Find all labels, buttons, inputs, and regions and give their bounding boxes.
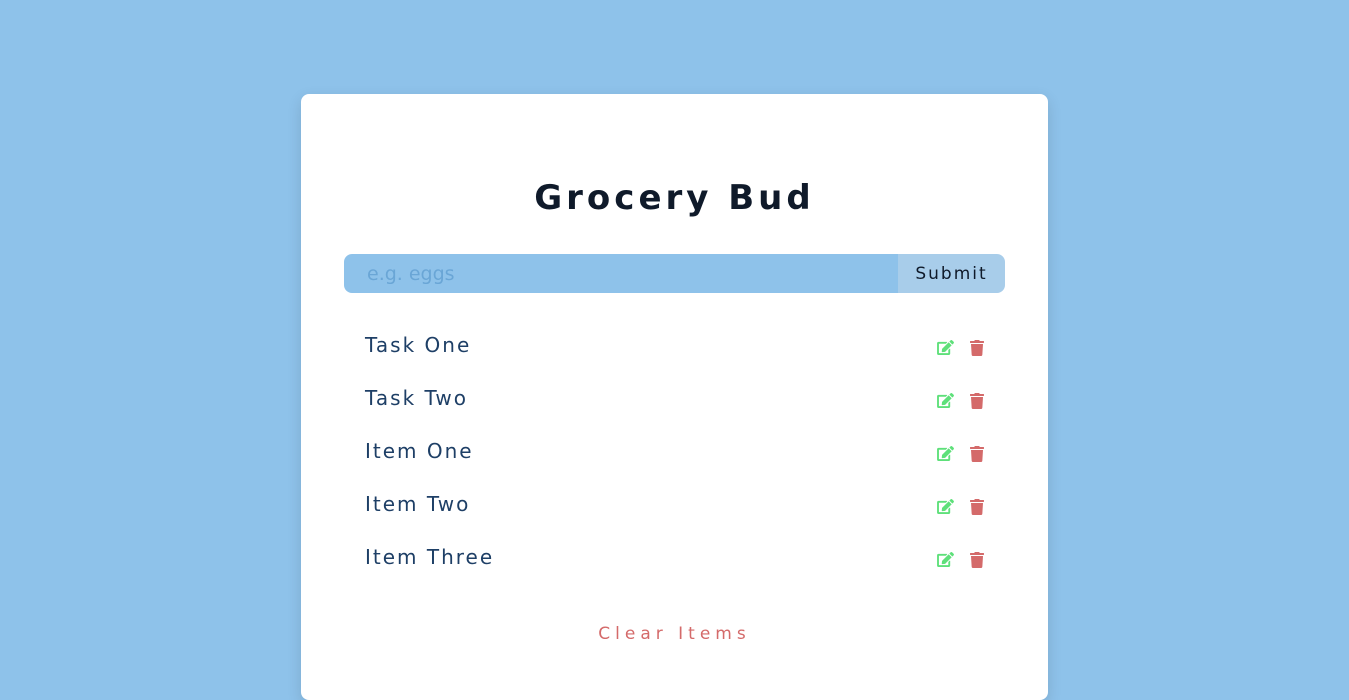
edit-button[interactable] [937, 498, 954, 515]
item-actions [937, 339, 985, 356]
item-title: Item Three [365, 545, 495, 569]
grocery-input[interactable] [344, 254, 898, 293]
trash-icon [969, 392, 984, 409]
item-actions [937, 551, 985, 568]
clear-items-button[interactable]: Clear Items [301, 624, 1048, 644]
grocery-container: Grocery Bud Submit Task One Task [301, 94, 1048, 700]
grocery-list: Task One Task Two Item One Item Two Item… [365, 331, 985, 596]
edit-icon [937, 393, 954, 408]
trash-icon [969, 445, 984, 462]
item-actions [937, 498, 985, 515]
trash-icon [969, 339, 984, 356]
list-item: Item Two [365, 490, 985, 543]
list-item: Item Three [365, 543, 985, 596]
trash-icon [969, 551, 984, 568]
delete-button[interactable] [968, 392, 985, 409]
list-item: Task One [365, 331, 985, 384]
edit-icon [937, 499, 954, 514]
item-title: Item Two [365, 492, 471, 516]
page-title: Grocery Bud [534, 178, 815, 218]
item-actions [937, 392, 985, 409]
edit-icon [937, 340, 954, 355]
grocery-form: Submit [344, 254, 1005, 293]
item-actions [937, 445, 985, 462]
edit-button[interactable] [937, 339, 954, 356]
submit-button[interactable]: Submit [898, 254, 1005, 293]
edit-icon [937, 446, 954, 461]
delete-button[interactable] [968, 551, 985, 568]
delete-button[interactable] [968, 339, 985, 356]
edit-button[interactable] [937, 392, 954, 409]
edit-button[interactable] [937, 445, 954, 462]
list-item: Item One [365, 437, 985, 490]
list-item: Task Two [365, 384, 985, 437]
item-title: Task One [365, 333, 472, 357]
trash-icon [969, 498, 984, 515]
item-title: Item One [365, 439, 474, 463]
edit-button[interactable] [937, 551, 954, 568]
edit-icon [937, 552, 954, 567]
delete-button[interactable] [968, 498, 985, 515]
item-title: Task Two [365, 386, 469, 410]
delete-button[interactable] [968, 445, 985, 462]
